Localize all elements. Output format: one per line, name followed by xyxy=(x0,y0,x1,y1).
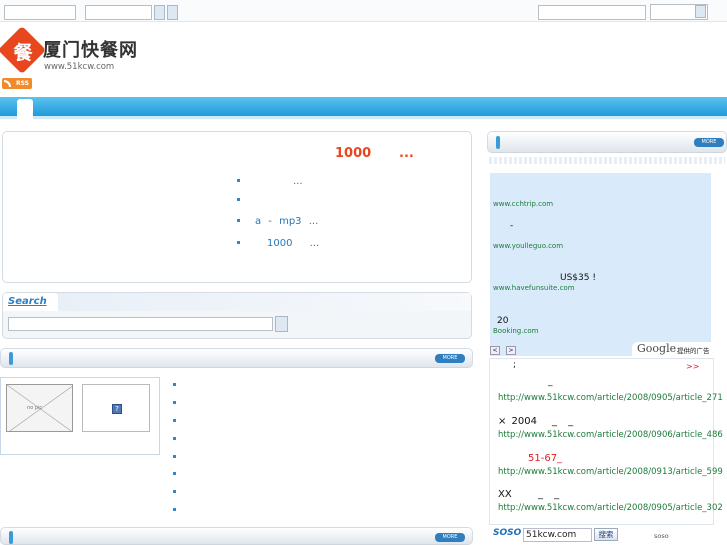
side-item-title[interactable]: _ _ xyxy=(538,489,559,500)
soso-logo: SOSO xyxy=(493,528,522,538)
ad-next-button[interactable]: > xyxy=(506,346,516,355)
google-suffix: 提供的广告 xyxy=(677,347,710,355)
side-item-title[interactable]: _ _ xyxy=(552,416,573,427)
chevron-down-icon xyxy=(695,5,706,18)
side-item-title[interactable]: 51-67_ xyxy=(528,453,562,464)
side-item-title[interactable]: XX xyxy=(498,489,512,500)
top-input-1[interactable] xyxy=(4,5,76,20)
headline-item-4[interactable]: 1000 ... xyxy=(267,238,319,249)
soso-search-button[interactable]: 搜索 xyxy=(594,528,618,541)
side-list: >> ; _ http://www.51kcw.com/article/2008… xyxy=(489,358,723,525)
ad-link-4[interactable]: Booking.com xyxy=(493,327,538,335)
google-attribution[interactable]: Google 提供的广告 xyxy=(632,342,712,356)
headline-item-1[interactable]: ... xyxy=(293,176,303,187)
search-header xyxy=(3,293,471,311)
side-more-button[interactable]: MORE xyxy=(694,138,724,147)
search-title: Search xyxy=(8,296,47,307)
top-select[interactable] xyxy=(650,4,708,20)
search-button[interactable] xyxy=(275,316,288,332)
side-list-more[interactable]: >> xyxy=(686,362,699,371)
bullet xyxy=(237,219,240,222)
bullet xyxy=(173,437,176,440)
soso-caption: soso xyxy=(654,532,669,540)
search-panel: Search xyxy=(2,292,472,339)
header-cap xyxy=(496,136,500,149)
bullet xyxy=(237,198,240,201)
bullet xyxy=(173,383,176,386)
rss-icon xyxy=(4,80,11,87)
ad-text-3: 20 xyxy=(497,316,509,326)
side-item-title[interactable]: _ xyxy=(548,377,553,387)
headline-count: 1000 xyxy=(335,146,372,161)
side-item-url[interactable]: http://www.51kcw.com/article/2008/0905/a… xyxy=(498,393,723,403)
ad-block: www.cchtrip.com - www.youlleguo.com US$3… xyxy=(490,173,711,356)
top-button-1[interactable] xyxy=(154,5,165,20)
image-placeholder[interactable]: ? xyxy=(82,384,150,432)
side-item-url[interactable]: http://www.51kcw.com/article/2008/0906/a… xyxy=(498,430,723,440)
headline-suffix: ... xyxy=(399,146,414,161)
broken-image[interactable]: no pic xyxy=(6,384,73,432)
bullet xyxy=(173,419,176,422)
ad-link-2[interactable]: www.youlleguo.com xyxy=(493,242,563,250)
top-button-2[interactable] xyxy=(167,5,178,20)
bottom-more-button[interactable]: MORE xyxy=(435,533,465,542)
site-logo[interactable]: 餐 厦门快餐网 www.51kcw.com RSS xyxy=(0,25,138,92)
nav-tab[interactable] xyxy=(17,99,33,119)
top-input-2[interactable] xyxy=(85,5,152,20)
search-input[interactable] xyxy=(8,317,273,331)
ad-prev-button[interactable]: < xyxy=(490,346,500,355)
bullet xyxy=(173,490,176,493)
headline-panel: 1000 ... ... a - mp3 ... 1000 ... xyxy=(2,131,472,283)
logo-name: 厦门快餐网 xyxy=(43,40,138,61)
side-header: MORE xyxy=(487,131,727,153)
bullet xyxy=(173,508,176,511)
side-item-title[interactable]: × 2004 xyxy=(498,416,537,427)
missing-image-icon: ? xyxy=(112,404,122,414)
bullet xyxy=(237,179,240,182)
header-cap xyxy=(9,352,13,365)
ad-link-1[interactable]: www.cchtrip.com xyxy=(493,200,553,208)
side-item-url[interactable]: http://www.51kcw.com/article/2008/0905/a… xyxy=(498,503,723,513)
bullet xyxy=(237,241,240,244)
ad-link-3[interactable]: www.havefunsuite.com xyxy=(493,284,575,292)
news-more-button[interactable]: MORE xyxy=(435,354,465,363)
news-header: MORE xyxy=(0,348,473,368)
headline-item-3[interactable]: a - mp3 ... xyxy=(255,216,318,227)
rss-label: RSS xyxy=(16,80,29,87)
bullet xyxy=(173,455,176,458)
bullet xyxy=(173,401,176,404)
ad-text-1: - xyxy=(510,221,514,231)
nav-bar xyxy=(0,97,727,119)
side-item-url[interactable]: http://www.51kcw.com/article/2008/0913/a… xyxy=(498,467,723,477)
google-logo: Google xyxy=(637,342,677,355)
top-search-input[interactable] xyxy=(538,5,646,20)
logo-glyph: 餐 xyxy=(13,42,33,64)
bottom-header: MORE xyxy=(0,527,473,545)
logo-url: www.51kcw.com xyxy=(44,62,115,72)
thumb-box: no pic ? xyxy=(0,377,160,455)
header-cap xyxy=(9,531,13,544)
broken-image-text: no pic xyxy=(27,405,43,411)
ad-text-2: US$35 ! xyxy=(560,273,596,283)
soso-search-input[interactable]: 51kcw.com xyxy=(523,528,592,542)
bullet xyxy=(173,472,176,475)
side-divider xyxy=(489,157,725,164)
side-item-title[interactable]: ; xyxy=(513,360,516,370)
rss-badge[interactable]: RSS xyxy=(2,78,32,89)
